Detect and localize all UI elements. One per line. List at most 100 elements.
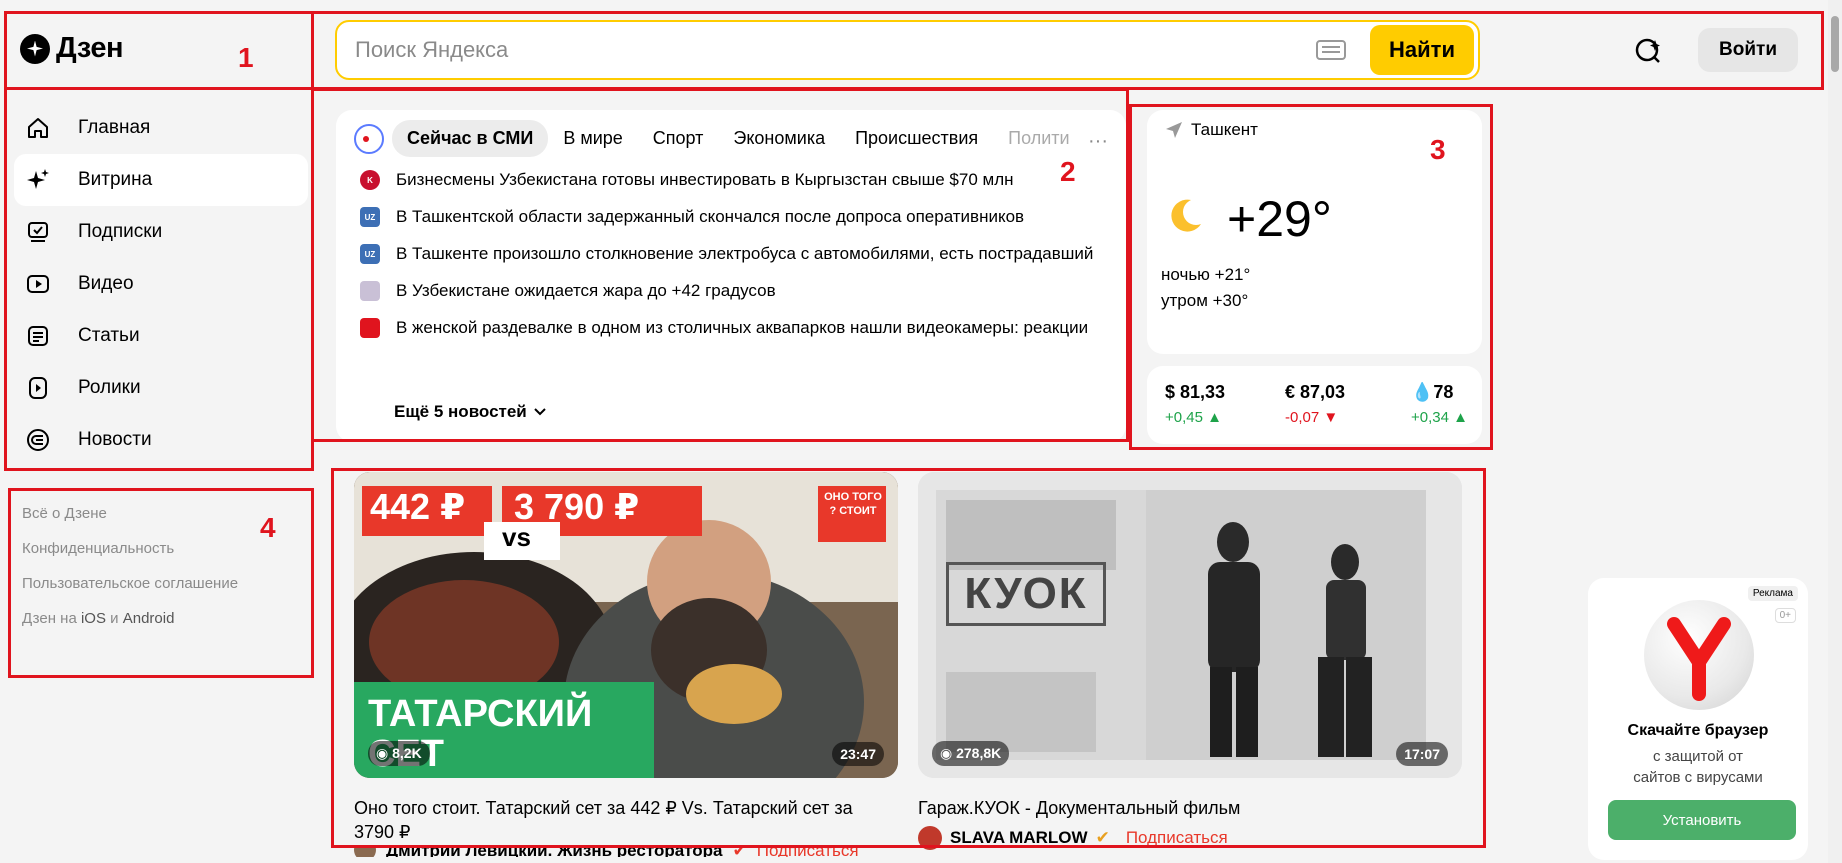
video-thumbnail[interactable]: КУОК ◉ 278,8K 17:07 <box>918 472 1462 778</box>
channel-avatar[interactable] <box>918 826 942 850</box>
tab-economy[interactable]: Экономика <box>718 120 840 157</box>
thumb-sticker: ОНО ТОГО ? СТОИТ <box>824 491 882 517</box>
news-item[interactable]: K Бизнесмены Узбекистана готовы инвестир… <box>360 168 1100 191</box>
sidebar-item-label: Главная <box>78 117 151 138</box>
rate-eur: € 87,03 -0,07 ▼ <box>1285 382 1345 426</box>
search-button[interactable]: Найти <box>1370 25 1474 75</box>
sidebar-item-video[interactable]: Видео <box>14 258 308 310</box>
android-link[interactable]: Android <box>123 610 175 627</box>
tab-now-in-media[interactable]: Сейчас в СМИ <box>392 120 549 157</box>
source-logo-icon: UZ <box>360 244 380 264</box>
sidebar-item-label: Новости <box>78 429 152 450</box>
tab-sport[interactable]: Спорт <box>638 120 719 157</box>
news-item-text: В Ташкентской области задержанный сконча… <box>396 207 1025 226</box>
sidebar-footer-links: Всё о Дзене Конфиденциальность Пользоват… <box>22 505 238 645</box>
news-card: Сейчас в СМИ В мире Спорт Экономика Прои… <box>336 110 1126 442</box>
subscribe-button[interactable]: Подписаться <box>1126 828 1228 848</box>
news-item-text: В Ташкенте произошло столкновение электр… <box>396 244 1094 263</box>
more-news-button[interactable]: Ещё 5 новостей <box>394 402 547 422</box>
channel-avatar[interactable] <box>354 845 376 857</box>
scrollbar-thumb[interactable] <box>1831 16 1839 72</box>
thumb-price-expensive: 3 790 ₽ <box>514 486 640 527</box>
moon-icon <box>1171 199 1201 232</box>
sidebar-item-showcase[interactable]: Витрина <box>14 154 308 206</box>
subscriptions-icon <box>26 220 50 244</box>
news-item[interactable]: UZ В Ташкентской области задержанный ско… <box>360 205 1100 228</box>
news-item-text: Бизнесмены Узбекистана готовы инвестиров… <box>396 170 1014 189</box>
location-arrow-icon <box>1166 122 1182 138</box>
article-icon <box>26 324 50 348</box>
verified-icon: ✔ <box>732 845 747 857</box>
channel-name[interactable]: SLAVA MARLOW <box>950 828 1088 848</box>
ios-link[interactable]: iOS <box>81 610 106 627</box>
sidebar-item-label: Ролики <box>78 377 141 398</box>
home-icon <box>26 116 50 140</box>
privacy-link[interactable]: Конфиденциальность <box>22 540 238 575</box>
rate-value: $ 81,33 <box>1165 382 1226 402</box>
yandex-browser-logo <box>1644 600 1754 710</box>
agreement-link[interactable]: Пользовательское соглашение <box>22 575 238 610</box>
sidebar-item-news[interactable]: Новости <box>14 414 308 466</box>
search-input[interactable] <box>337 36 1316 64</box>
tab-politics[interactable]: Полити <box>993 120 1084 157</box>
news-item-text: В Узбекистане ожидается жара до +42 град… <box>396 281 776 300</box>
weather-night: ночью +21° <box>1161 265 1251 284</box>
annotation-number: 2 <box>1060 156 1076 187</box>
source-logo-icon: UZ <box>360 207 380 227</box>
tab-world[interactable]: В мире <box>548 120 637 157</box>
sidebar-item-home[interactable]: Главная <box>14 102 308 154</box>
source-logo-icon: K <box>360 170 380 190</box>
news-item[interactable]: UZ В Ташкенте произошло столкновение эле… <box>360 242 1100 265</box>
apps-and: и <box>110 610 119 627</box>
sidebar-item-articles[interactable]: Статьи <box>14 310 308 362</box>
news-sources-icon[interactable] <box>354 123 384 154</box>
views-badge: ◉ 278,8K <box>932 741 1010 766</box>
weather-location: Ташкент <box>1165 120 1258 140</box>
chevron-down-icon <box>534 408 546 416</box>
weather-temperature: +29° <box>1227 191 1332 247</box>
login-button[interactable]: Войти <box>1698 28 1798 72</box>
news-item[interactable]: В женской раздевалке в одном из столичны… <box>360 316 1100 339</box>
ad-banner[interactable]: Реклама 0+ Скачайте браузер с защитой от… <box>1588 578 1808 860</box>
weather-forecast: ночью +21° утром +30° <box>1161 262 1250 314</box>
video-title[interactable]: Гараж.КУОК - Документальный фильм <box>918 796 1438 820</box>
sidebar-item-label: Витрина <box>78 169 153 190</box>
video-channel-row: Дмитрий Левицкий. Жизнь ресторатора ✔ По… <box>354 845 874 857</box>
rate-delta: +0,34 ▲ <box>1411 409 1468 426</box>
page-scrollbar[interactable] <box>1828 0 1842 863</box>
install-button[interactable]: Установить <box>1608 800 1796 840</box>
ad-subtitle: с защитой от сайтов с вирусами <box>1633 748 1763 786</box>
about-link[interactable]: Всё о Дзене <box>22 505 238 540</box>
apps-prefix: Дзен на <box>22 610 77 627</box>
alice-assistant-icon[interactable] <box>1633 35 1663 65</box>
views-badge: ◉ 8,2K <box>368 741 430 766</box>
video-title[interactable]: Оно того стоит. Татарский сет за 442 ₽ V… <box>354 796 874 844</box>
tab-incidents[interactable]: Происшествия <box>840 120 993 157</box>
ad-title: Скачайте браузер <box>1627 722 1769 739</box>
sidebar-item-subscriptions[interactable]: Подписки <box>14 206 308 258</box>
clips-icon <box>26 376 50 400</box>
subscribe-button[interactable]: Подписаться <box>757 845 859 857</box>
dzen-logo[interactable]: Дзен <box>20 32 124 65</box>
keyboard-icon[interactable] <box>1316 40 1346 60</box>
verified-icon: ✔ <box>1095 828 1110 847</box>
sidebar-item-clips[interactable]: Ролики <box>14 362 308 414</box>
rates-card[interactable]: $ 81,33 +0,45 ▲ € 87,03 -0,07 ▼ 💧78 +0,3… <box>1147 366 1482 444</box>
sparkle-icon <box>26 168 50 192</box>
thumb-logo: КУОК <box>946 562 1106 626</box>
video-thumbnail[interactable]: 442 ₽ 3 790 ₽ vs ОНО ТОГО ? СТОИТ ТАТАРС… <box>354 472 898 778</box>
news-list: K Бизнесмены Узбекистана готовы инвестир… <box>360 168 1100 353</box>
channel-name[interactable]: Дмитрий Левицкий. Жизнь ресторатора <box>386 845 723 857</box>
oil-drop-icon: 💧 <box>1411 382 1434 402</box>
annotation-number: 4 <box>260 512 276 543</box>
thumb-price-cheap: 442 ₽ <box>370 486 466 527</box>
news-item[interactable]: В Узбекистане ожидается жара до +42 град… <box>360 279 1100 302</box>
weather-city: Ташкент <box>1191 120 1258 139</box>
age-rating: 0+ <box>1774 608 1796 623</box>
source-logo-icon <box>360 281 380 301</box>
sidebar-nav: Главная Витрина Подписки Видео Статьи Ро… <box>14 102 308 466</box>
rate-oil: 💧78 +0,34 ▲ <box>1411 382 1468 426</box>
more-tabs-icon[interactable]: ··· <box>1088 130 1108 153</box>
annotation-number: 1 <box>238 42 254 73</box>
duration-badge: 17:07 <box>1396 742 1448 766</box>
